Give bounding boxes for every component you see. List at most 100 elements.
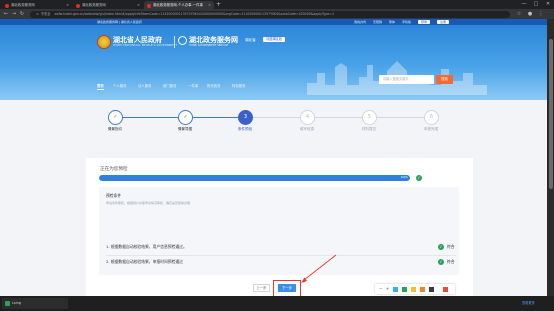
nav-personal[interactable]: 个人服务 [113,83,127,88]
condition-text: 1. 根据数据自动校验结果，用户信息预检通过。 [106,244,187,249]
nav-home[interactable]: 首页 [97,83,104,90]
site-favicon-icon [76,3,80,8]
nav-department[interactable]: 部门服务 [163,83,177,88]
service-subtitle: HUBEI GOVERNMENT SERVICE [189,44,229,47]
security-label: 不安全 [40,11,51,16]
color-swatch[interactable] [411,286,416,292]
taskbar-app-label: Lsing [12,301,21,305]
profile-icon[interactable]: ● [526,9,534,19]
step-2-label: 情景导图 [177,127,193,131]
bookmark-star-icon[interactable]: ☆ [515,9,523,19]
step-4-label: 填写信息 [299,127,315,131]
reload-icon[interactable]: ↻ [18,9,26,19]
tab-title: 湖北政务服务网-个人办事-一件事 [153,3,203,7]
close-tab-icon[interactable]: × [137,1,140,9]
conditions-title: 预检条件 [106,193,122,198]
maximize-button[interactable]: □ [530,0,542,9]
step-connector [253,117,300,118]
traditional-chinese-link[interactable]: 繁体 [389,20,395,24]
browser-tab[interactable]: 湖北政务服务网 × [2,1,72,9]
condition-result: 符合 [447,244,455,249]
prev-step-button[interactable]: 上一步 [253,284,270,292]
color-swatch[interactable] [443,286,448,292]
nav-legal[interactable]: 法人服务 [138,83,152,88]
address-bar[interactable]: ⚠ 不安全 zwfw.hubei.gov.cn/webview/yjs/index… [30,10,510,18]
gov-subtitle: HUBEI PROVINCIAL PEOPLE'S GOVERNMENT [113,44,178,47]
step-5-circle: 5 [362,110,377,125]
precheck-progress: 100% ✓ [99,175,487,181]
color-swatch[interactable] [429,286,434,292]
minimize-button[interactable]: — [518,0,530,9]
row-divider [106,255,456,256]
step-6-circle: 6 [424,110,439,125]
header-divider [174,36,175,48]
service-logo-icon [178,36,187,45]
nav-one-thing[interactable]: 一件事 [188,83,198,88]
login-button[interactable]: 登录 [418,20,431,24]
tab-title: 湖北政务服务网 [82,3,106,7]
warning-icon: ⚠ [36,11,39,16]
app-icon [5,301,10,306]
scrollbar-thumb[interactable] [548,39,553,189]
progress-check-icon: ✓ [416,175,422,181]
browser-tab[interactable]: 湖北政务服务网 × [73,1,143,9]
precheck-card: 正在为您预检 100% ✓ 预检条件 申请条件审核，根据用户办事申请情况审核，确… [86,158,473,296]
nav-sunshine[interactable]: 阳光政务 [207,83,221,88]
step-connector [377,117,424,118]
taskbar-more-link[interactable]: 查看更多 [522,296,535,311]
close-tab-icon[interactable]: × [208,1,211,9]
step-connector [315,117,362,118]
region-label: 湖北省 [245,38,256,42]
conditions-description: 申请条件审核，根据用户办事申请情况审核，确定是否能够办理 [106,201,191,205]
close-tab-icon[interactable]: × [66,1,69,9]
progress-percent: 100% [400,176,408,179]
site-header: 湖北省人民政府 HUBEI PROVINCIAL PEOPLE'S GOVERN… [0,25,547,100]
search-button[interactable]: 搜索 [436,75,453,84]
page-scrollbar[interactable] [547,19,554,296]
progress-track: 100% [99,175,410,181]
search-input[interactable]: 请输入搜索关键字 [379,75,434,84]
annotation-toolbar: − + [375,284,455,294]
step-5-label: 材料提交 [361,127,377,131]
highlight-box [273,280,301,296]
progress-fill [99,175,410,181]
pass-check-icon: ✓ [438,259,444,265]
color-swatch[interactable] [393,286,398,292]
progress-stepper: ✓ 情景指引 ✓ 情景导图 3 条件预检 4 填写信息 5 材料提交 6 申报完… [0,106,547,136]
browser-tab-bar: 湖北政务服务网 × 湖北政务服务网 × 湖北政务服务网-个人办事-一件事 × +… [0,0,554,9]
pen-icon[interactable]: − [379,284,382,294]
register-button[interactable]: 注册 [436,20,449,24]
nav-featured[interactable]: 特色服务 [232,83,246,88]
pass-check-icon: ✓ [438,244,444,250]
site-favicon-icon [147,3,151,8]
condition-row: 2. 根据数据自动校验结果，申报时间预检通过 ✓ 符合 [106,258,456,268]
condition-text: 2. 根据数据自动校验结果，申报时间预检通过 [106,259,183,264]
national-emblem-icon [97,35,111,49]
browser-tab-active[interactable]: 湖北政务服务网-个人办事-一件事 × [144,1,214,9]
close-window-button[interactable]: ✕ [542,0,554,9]
add-icon[interactable]: + [386,284,389,294]
step-2-check-icon: ✓ [178,110,193,125]
mobile-link[interactable]: 手机版 [402,20,411,24]
taskbar-app[interactable]: Lsing [2,298,68,309]
web-page: 湖北政务服务网 | 湖北省人民政府 我的办件 无障碍 繁体 手机版 登录 注册 … [0,19,547,296]
accessibility-link[interactable]: 无障碍 [373,20,382,24]
browser-toolbar: ← → ↻ ⚠ 不安全 zwfw.hubei.gov.cn/webview/yjs… [0,9,554,19]
my-cases-link[interactable]: 我的办件 [354,20,366,24]
taskbar: Lsing 查看更多 [0,296,554,311]
step-1-check-icon: ✓ [108,110,123,125]
menu-icon[interactable]: ⋮ [537,9,545,19]
color-swatch[interactable] [420,286,425,292]
step-3-label: 条件预检 [237,127,253,131]
url-text: zwfw.hubei.gov.cn/webview/yjs/index.html… [54,11,335,16]
region-switch-button[interactable]: 请选择区划 [263,37,285,42]
new-tab-button[interactable]: + [216,0,221,9]
back-icon[interactable]: ← [2,9,10,19]
forward-icon[interactable]: → [10,9,18,19]
step-6-label: 申报完成 [423,127,439,131]
color-swatch[interactable] [402,286,407,292]
step-connector [193,117,238,118]
condition-result: 符合 [447,259,455,264]
precheck-title: 正在为您预检 [100,167,128,172]
step-3-circle: 3 [238,110,253,125]
